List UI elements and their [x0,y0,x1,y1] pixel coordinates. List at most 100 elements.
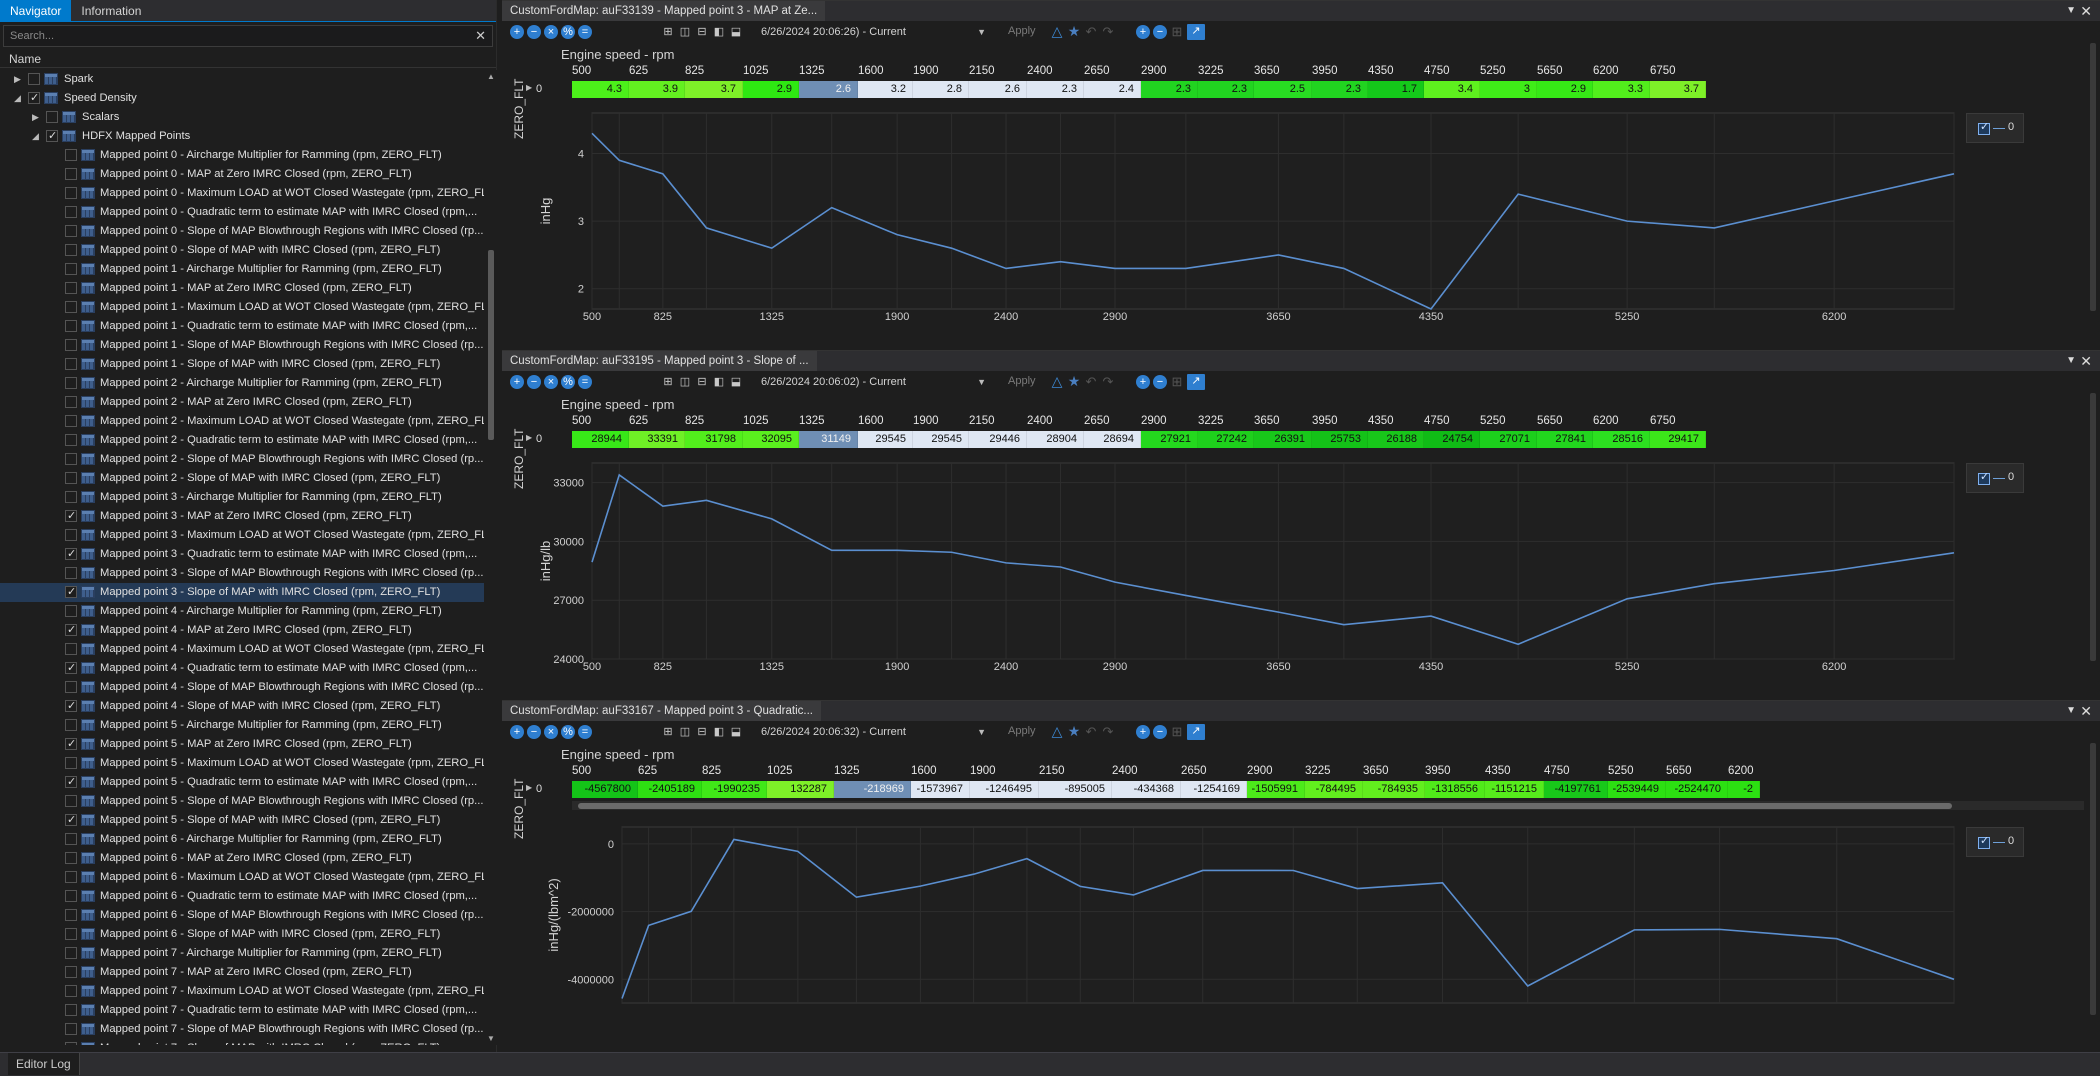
equals-icon[interactable]: = [578,725,592,739]
version-select[interactable]: 6/26/2024 20:06:02) - Current ▼ [758,373,990,391]
tree-item[interactable]: Mapped point 0 - MAP at Zero IMRC Closed… [0,165,484,184]
table-cell[interactable]: 3.2 [858,81,913,98]
tree-item[interactable]: Mapped point 5 - Slope of MAP with IMRC … [0,811,484,830]
panel-title-tab[interactable]: CustomFordMap: auF33167 - Mapped point 3… [502,701,821,721]
table-cell[interactable]: -895005 [1039,781,1112,798]
table-cell[interactable]: 3.3 [1593,81,1650,98]
percent-icon[interactable]: % [561,725,575,739]
table-cell[interactable]: 1.7 [1368,81,1424,98]
table-cell[interactable]: -784935 [1363,781,1425,798]
apply-button[interactable]: Apply [1008,25,1036,37]
table-cell[interactable]: -2539449 [1608,781,1666,798]
table-hscrollbar[interactable] [572,801,2084,810]
tree-checkbox[interactable] [65,928,77,940]
tree-checkbox[interactable] [65,985,77,997]
expand-arrow-icon[interactable]: ▶ [32,108,39,127]
tree-checkbox[interactable] [65,187,77,199]
tree-item[interactable]: Mapped point 4 - Aircharge Multiplier fo… [0,602,484,621]
version-select[interactable]: 6/26/2024 20:06:26) - Current ▼ [758,23,990,41]
tree-item[interactable]: Mapped point 1 - MAP at Zero IMRC Closed… [0,279,484,298]
grid-col-icon[interactable]: ◫ [678,25,692,39]
tree-checkbox[interactable] [65,472,77,484]
tree-checkbox[interactable] [65,491,77,503]
table-cell[interactable]: 2.3 [1141,81,1198,98]
tree-item[interactable]: ▶ Scalars [0,108,484,127]
table-cell[interactable]: 33391 [629,431,685,448]
triangle-icon[interactable]: △ [1050,374,1064,389]
table-cell[interactable]: 2.8 [913,81,969,98]
table-cell[interactable]: -2405189 [638,781,702,798]
tree-checkbox[interactable] [65,605,77,617]
plus-icon[interactable]: + [510,725,524,739]
tree-checkbox[interactable] [65,320,77,332]
split-left-icon[interactable]: ◧ [712,25,726,39]
table-cell[interactable]: 27921 [1141,431,1198,448]
tree-item[interactable]: Mapped point 4 - Slope of MAP Blowthroug… [0,678,484,697]
tree-checkbox[interactable] [65,735,77,754]
panel-menu-icon[interactable]: ▼ [2066,1,2076,21]
tree-checkbox[interactable] [65,529,77,541]
tree-checkbox[interactable] [65,871,77,883]
tree-checkbox[interactable] [65,168,77,180]
legend-checkbox[interactable] [1978,470,1990,485]
zoom-out-icon[interactable]: − [1153,25,1167,39]
equals-icon[interactable]: = [578,25,592,39]
table-cell[interactable]: 3.7 [1650,81,1706,98]
tree-checkbox[interactable] [65,358,77,370]
table-cell[interactable]: -1990235 [702,781,767,798]
tree-item[interactable]: Mapped point 5 - Slope of MAP Blowthroug… [0,792,484,811]
undo-icon[interactable]: ↶ [1084,375,1098,389]
table-cell[interactable]: 2.5 [1254,81,1312,98]
tree-checkbox[interactable] [65,719,77,731]
tree-item[interactable]: ▶ Spark [0,70,484,89]
tree-item[interactable]: Mapped point 4 - Maximum LOAD at WOT Clo… [0,640,484,659]
tree-item[interactable]: Mapped point 6 - Aircharge Multiplier fo… [0,830,484,849]
grid-view-icon[interactable]: ⊞ [1170,375,1184,389]
tree-item[interactable]: Mapped point 7 - Maximum LOAD at WOT Clo… [0,982,484,1001]
tree-checkbox[interactable] [65,339,77,351]
table-cell[interactable]: 2.6 [799,81,858,98]
tree-item[interactable]: Mapped point 6 - MAP at Zero IMRC Closed… [0,849,484,868]
chart-legend[interactable]: 0 [1966,827,2024,857]
panel-title-tab[interactable]: CustomFordMap: auF33139 - Mapped point 3… [502,1,826,21]
tree-checkbox[interactable] [65,659,77,678]
table-cell[interactable]: 29417 [1650,431,1706,448]
tree-checkbox[interactable] [65,643,77,655]
tree-checkbox[interactable] [28,73,40,85]
grid-col-icon[interactable]: ◫ [678,725,692,739]
split-left-icon[interactable]: ◧ [712,725,726,739]
tree-checkbox[interactable] [65,966,77,978]
tree-item[interactable]: Mapped point 5 - Maximum LOAD at WOT Clo… [0,754,484,773]
tree-item[interactable]: Mapped point 3 - MAP at Zero IMRC Closed… [0,507,484,526]
table-cell[interactable]: 28904 [1027,431,1084,448]
tree-item[interactable]: Mapped point 3 - Slope of MAP with IMRC … [0,583,484,602]
tree-item[interactable]: Mapped point 4 - Slope of MAP with IMRC … [0,697,484,716]
table-cell[interactable]: 2.3 [1027,81,1084,98]
redo-icon[interactable]: ↷ [1101,25,1115,39]
tree-checkbox[interactable] [65,1042,77,1045]
table-cell[interactable]: 2.3 [1312,81,1368,98]
table-cell[interactable]: 24754 [1424,431,1480,448]
zoom-out-icon[interactable]: − [1153,375,1167,389]
grid-view-icon[interactable]: ⊞ [1170,725,1184,739]
tree-checkbox[interactable] [46,127,58,146]
legend-checkbox[interactable] [1978,834,1990,849]
tree-checkbox[interactable] [65,757,77,769]
tree-checkbox[interactable] [65,681,77,693]
panel-title-tab[interactable]: CustomFordMap: auF33195 - Mapped point 3… [502,351,817,371]
tab-navigator[interactable]: Navigator [0,0,72,21]
equals-icon[interactable]: = [578,375,592,389]
zoom-out-icon[interactable]: − [1153,725,1167,739]
tree-checkbox[interactable] [65,396,77,408]
table-cell[interactable]: -434368 [1112,781,1181,798]
grid-row-icon[interactable]: ⊟ [695,25,709,39]
tree-item[interactable]: Mapped point 4 - MAP at Zero IMRC Closed… [0,621,484,640]
tree-checkbox[interactable] [65,377,77,389]
redo-icon[interactable]: ↷ [1101,725,1115,739]
tree-item[interactable]: Mapped point 3 - Maximum LOAD at WOT Clo… [0,526,484,545]
tree-checkbox[interactable] [65,453,77,465]
tree-item[interactable]: Mapped point 7 - Slope of MAP Blowthroug… [0,1020,484,1039]
tree-checkbox[interactable] [65,263,77,275]
tree-checkbox[interactable] [65,909,77,921]
tree-checkbox[interactable] [65,583,77,602]
